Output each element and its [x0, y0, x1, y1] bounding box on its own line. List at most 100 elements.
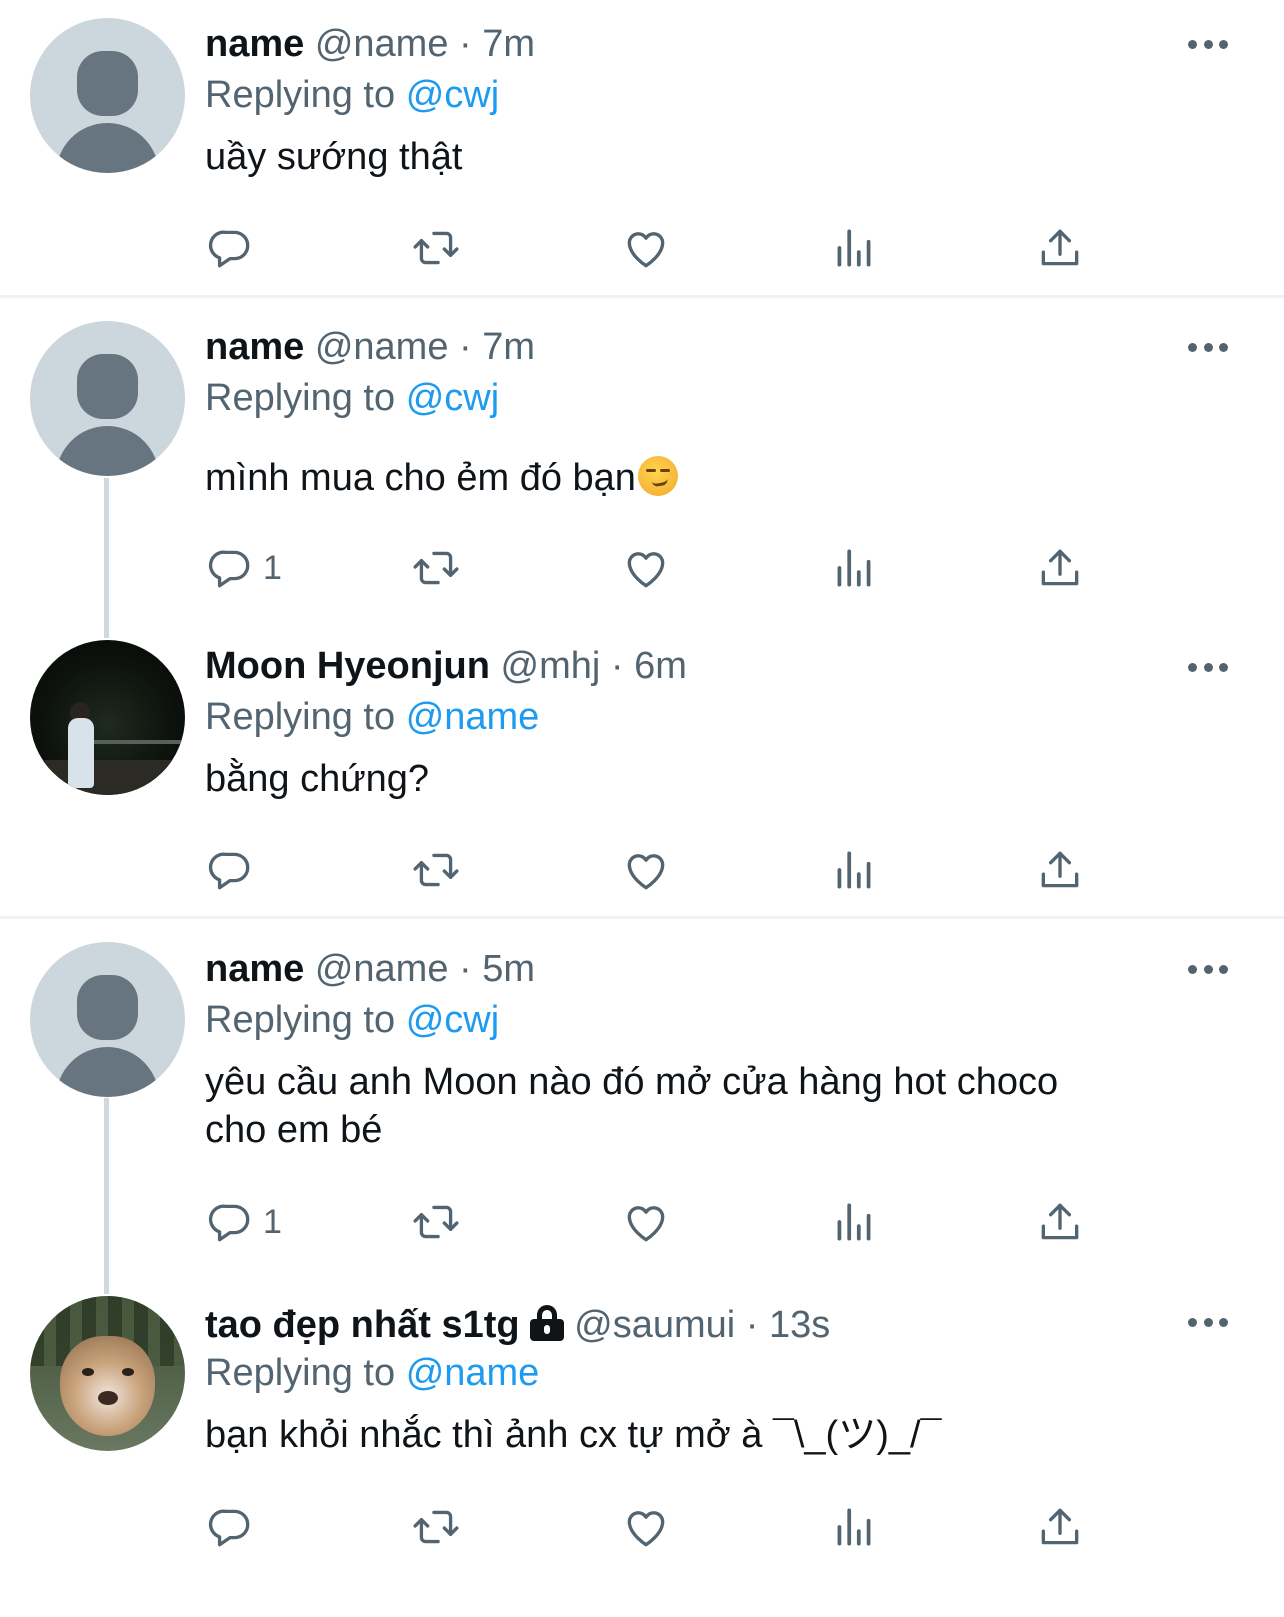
- tweet-header: Moon Hyeonjun @mhj · 6m: [205, 642, 1204, 690]
- handle[interactable]: @name: [315, 23, 449, 65]
- replying-to-label: Replying to: [205, 696, 396, 738]
- replying-to: Replying to @cwj: [205, 996, 1204, 1044]
- replying-to: Replying to @name: [205, 693, 1204, 741]
- like-button[interactable]: [621, 842, 671, 898]
- views-button[interactable]: [829, 540, 879, 596]
- tweet-2[interactable]: name @name · 7m Replying to @cwj mình mu…: [0, 298, 1284, 638]
- replying-to-handle[interactable]: @cwj: [406, 377, 499, 419]
- share-button[interactable]: [1035, 540, 1085, 596]
- views-button[interactable]: [829, 1194, 879, 1250]
- share-button[interactable]: [1035, 842, 1085, 898]
- more-icon[interactable]: [1188, 657, 1228, 677]
- avatar[interactable]: [30, 640, 185, 795]
- views-button[interactable]: [829, 1499, 879, 1555]
- views-button[interactable]: [829, 842, 879, 898]
- handle[interactable]: @name: [315, 326, 449, 368]
- replying-to-handle[interactable]: @cwj: [406, 74, 499, 116]
- avatar[interactable]: [30, 1296, 185, 1451]
- retweet-button[interactable]: [411, 220, 461, 276]
- retweet-button[interactable]: [411, 1499, 461, 1555]
- action-bar: 1: [205, 1194, 1105, 1250]
- tweet-header: name @name · 7m: [205, 20, 1204, 68]
- like-button[interactable]: [621, 1194, 671, 1250]
- action-bar: [205, 842, 1105, 898]
- reply-button[interactable]: [205, 220, 263, 276]
- reply-button[interactable]: 1: [205, 540, 282, 596]
- like-button[interactable]: [621, 540, 671, 596]
- lock-icon: [529, 1305, 564, 1341]
- like-button[interactable]: [621, 220, 671, 276]
- heart-icon: [621, 543, 671, 593]
- avatar[interactable]: [30, 321, 185, 476]
- handle[interactable]: @mhj: [501, 645, 601, 687]
- share-icon: [1035, 1502, 1085, 1552]
- handle[interactable]: @saumui: [574, 1304, 735, 1346]
- tweet-text: yêu cầu anh Moon nào đó mở cửa hàng hot …: [205, 1061, 1059, 1103]
- replying-to-handle[interactable]: @cwj: [406, 999, 499, 1041]
- retweet-button[interactable]: [411, 1194, 461, 1250]
- reply-button[interactable]: 1: [205, 1194, 282, 1250]
- avatar[interactable]: [30, 18, 185, 173]
- reply-icon: [205, 845, 255, 895]
- like-button[interactable]: [621, 1499, 671, 1555]
- replying-to-label: Replying to: [205, 1352, 396, 1394]
- more-icon[interactable]: [1188, 959, 1228, 979]
- tweet-text-content: mình mua cho ẻm đó bạn: [205, 457, 636, 499]
- replying-to: Replying to @name: [205, 1349, 1204, 1397]
- replying-to-handle[interactable]: @name: [406, 1352, 540, 1394]
- replying-to: Replying to @cwj: [205, 71, 1204, 119]
- share-icon: [1035, 845, 1085, 895]
- retweet-button[interactable]: [411, 842, 461, 898]
- tweet-header: name @name · 7m: [205, 323, 1204, 371]
- smirking-face-emoji: [637, 456, 678, 496]
- reply-icon: [205, 1502, 255, 1552]
- timestamp[interactable]: 13s: [769, 1304, 830, 1346]
- timestamp[interactable]: 5m: [482, 948, 535, 990]
- avatar[interactable]: [30, 942, 185, 1097]
- tweet-5[interactable]: tao đẹp nhất s1tg @saumui · 13s Replying…: [0, 1294, 1284, 1617]
- display-name[interactable]: Moon Hyeonjun: [205, 645, 490, 687]
- tweet-text: bằng chứng?: [205, 758, 430, 800]
- reply-button[interactable]: [205, 1499, 263, 1555]
- replying-to-label: Replying to: [205, 999, 396, 1041]
- more-icon[interactable]: [1188, 1312, 1228, 1332]
- more-icon[interactable]: [1188, 34, 1228, 54]
- views-icon: [829, 1197, 879, 1247]
- views-icon: [829, 223, 879, 273]
- timestamp[interactable]: 6m: [634, 645, 687, 687]
- timestamp[interactable]: 7m: [482, 23, 535, 65]
- handle[interactable]: @name: [315, 948, 449, 990]
- tweet-3[interactable]: Moon Hyeonjun @mhj · 6m Replying to @nam…: [0, 638, 1284, 916]
- share-button[interactable]: [1035, 1499, 1085, 1555]
- share-icon: [1035, 1197, 1085, 1247]
- action-bar: 1: [205, 540, 1105, 596]
- share-button[interactable]: [1035, 1194, 1085, 1250]
- tweet-4[interactable]: name @name · 5m Replying to @cwj yêu cầu…: [0, 919, 1284, 1294]
- reply-icon: [205, 543, 255, 593]
- replying-to-label: Replying to: [205, 377, 396, 419]
- display-name[interactable]: name: [205, 23, 304, 65]
- replying-to-handle[interactable]: @name: [406, 696, 540, 738]
- tweet-text: bạn khỏi nhắc thì ảnh cx tự mở à ¯\_(ツ)_…: [205, 1414, 942, 1456]
- heart-icon: [621, 1502, 671, 1552]
- more-icon[interactable]: [1188, 337, 1228, 357]
- action-bar: [205, 220, 1105, 276]
- heart-icon: [621, 223, 671, 273]
- separator: ·: [459, 326, 472, 368]
- reply-button[interactable]: [205, 842, 263, 898]
- display-name[interactable]: name: [205, 326, 304, 368]
- tweet-text-line-2: cho em bé: [205, 1109, 383, 1151]
- reply-count: 1: [263, 548, 282, 587]
- display-name[interactable]: name: [205, 948, 304, 990]
- tweet-1[interactable]: name @name · 7m Replying to @cwj uầy sướ…: [0, 0, 1284, 296]
- display-name[interactable]: tao đẹp nhất s1tg: [205, 1304, 520, 1346]
- timestamp[interactable]: 7m: [482, 326, 535, 368]
- action-bar: [205, 1499, 1105, 1555]
- retweet-icon: [411, 223, 461, 273]
- views-icon: [829, 1502, 879, 1552]
- retweet-button[interactable]: [411, 540, 461, 596]
- replying-to-label: Replying to: [205, 74, 396, 116]
- share-button[interactable]: [1035, 220, 1085, 276]
- reply-count: 1: [263, 1202, 282, 1241]
- views-button[interactable]: [829, 220, 879, 276]
